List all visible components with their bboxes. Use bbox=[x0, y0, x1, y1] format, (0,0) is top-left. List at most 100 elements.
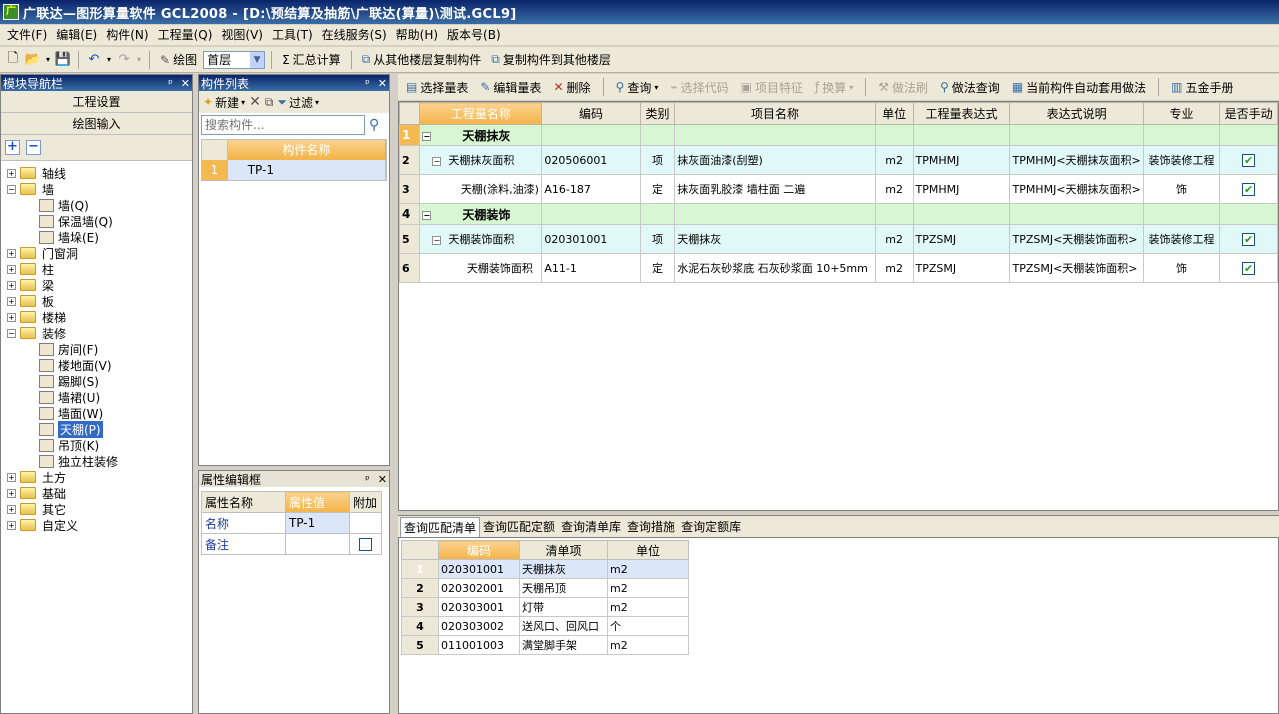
expand-toggle-icon[interactable]: + bbox=[7, 168, 16, 178]
menu-item[interactable]: 视图(V) bbox=[218, 26, 269, 44]
expand-toggle-icon[interactable]: + bbox=[7, 264, 16, 274]
code-cell[interactable]: 020301001 bbox=[541, 224, 641, 254]
attach-checkbox[interactable] bbox=[359, 538, 372, 551]
expand-toggle-icon[interactable]: + bbox=[7, 488, 16, 498]
manual-checkbox[interactable] bbox=[1242, 232, 1256, 246]
open-folder-icon[interactable]: 📂 bbox=[24, 51, 42, 69]
major-cell[interactable]: 饰 bbox=[1142, 253, 1221, 283]
column-header[interactable]: 工程量表达式 bbox=[912, 102, 1011, 125]
menu-item[interactable]: 编辑(E) bbox=[53, 26, 103, 44]
query-button[interactable]: ⚲ 查询 ▾ bbox=[612, 76, 663, 98]
dropdown-arrow-icon[interactable]: ▾ bbox=[44, 51, 52, 69]
draw-input-button[interactable]: 绘图输入 bbox=[1, 113, 192, 135]
pin-icon[interactable]: ᵖ bbox=[365, 77, 370, 90]
tree-item[interactable]: 房间(F) bbox=[1, 341, 192, 357]
redo-icon[interactable]: ↷ bbox=[115, 51, 133, 69]
table-row[interactable]: 1 020301001 天棚抹灰 m2 bbox=[401, 559, 689, 579]
tree-item[interactable]: + 板 bbox=[1, 293, 192, 309]
expression-desc-cell[interactable]: TPZSMJ<天棚装饰面积> bbox=[1009, 253, 1144, 283]
edit-list-button[interactable]: ✎ 编辑量表 bbox=[476, 76, 545, 98]
table-row[interactable]: 1 TP-1 bbox=[202, 160, 386, 180]
copy-to-floor-button[interactable]: ⧉ 复制构件到其他楼层 bbox=[487, 49, 615, 71]
prop-value-cell[interactable] bbox=[285, 533, 350, 555]
menu-item[interactable]: 在线服务(S) bbox=[319, 26, 393, 44]
query-tab[interactable]: 查询匹配清单 bbox=[400, 517, 481, 537]
table-row[interactable]: 4− 天棚装饰 bbox=[398, 203, 1278, 225]
menu-item[interactable]: 构件(N) bbox=[103, 26, 154, 44]
column-header[interactable]: 是否手动 bbox=[1219, 102, 1278, 125]
select-list-button[interactable]: ▤ 选择量表 bbox=[402, 76, 472, 98]
pin-icon[interactable]: ᵖ bbox=[168, 77, 173, 90]
expression-cell[interactable]: TPZSMJ bbox=[912, 224, 1011, 254]
undo-icon[interactable]: ↶ bbox=[85, 51, 103, 69]
column-header[interactable] bbox=[401, 540, 439, 560]
column-header[interactable]: 单位 bbox=[607, 540, 689, 560]
quantity-name-cell[interactable]: − 天棚装饰面积 bbox=[419, 224, 543, 254]
expand-toggle-icon[interactable]: + bbox=[7, 520, 16, 530]
tree-item[interactable]: + 土方 bbox=[1, 469, 192, 485]
list-item-cell[interactable]: 送风口、回风口 bbox=[519, 616, 608, 636]
unit-cell[interactable]: 个 bbox=[607, 616, 689, 636]
tree-item[interactable]: + 梁 bbox=[1, 277, 192, 293]
code-cell[interactable]: 011001003 bbox=[438, 635, 520, 655]
quantity-name-cell[interactable]: 天棚装饰面积 bbox=[419, 253, 543, 283]
category-cell[interactable]: 项 bbox=[639, 145, 676, 175]
close-icon[interactable]: ✕ bbox=[378, 77, 387, 90]
unit-cell[interactable]: m2 bbox=[607, 635, 689, 655]
tree-item[interactable]: − 墙 bbox=[1, 181, 192, 197]
pin-icon[interactable]: ᵖ bbox=[365, 473, 370, 486]
tree-item[interactable]: + 其它 bbox=[1, 501, 192, 517]
query-tab[interactable]: 查询匹配定额 bbox=[480, 517, 558, 537]
delete-component-icon[interactable]: ✕ bbox=[249, 94, 261, 110]
quantity-name-cell[interactable]: − 天棚装饰 bbox=[419, 203, 543, 225]
hardware-manual-button[interactable]: ▥ 五金手册 bbox=[1167, 76, 1237, 98]
floor-select[interactable]: 首层 ▼ bbox=[203, 50, 266, 69]
major-cell[interactable]: 装饰装修工程 bbox=[1142, 224, 1221, 254]
menu-item[interactable]: 工具(T) bbox=[269, 26, 319, 44]
collapse-toggle-icon[interactable]: − bbox=[432, 235, 442, 245]
project-settings-button[interactable]: 工程设置 bbox=[1, 91, 192, 113]
column-header[interactable] bbox=[398, 102, 421, 125]
save-icon[interactable]: 💾 bbox=[54, 51, 72, 69]
column-header[interactable]: 清单项 bbox=[519, 540, 608, 560]
expression-desc-cell[interactable]: TPMHMJ<天棚抹灰面积> bbox=[1009, 145, 1144, 175]
expression-cell[interactable]: TPZSMJ bbox=[912, 253, 1011, 283]
tree-item[interactable]: 天棚(P) bbox=[1, 420, 192, 438]
expand-toggle-icon[interactable]: + bbox=[7, 312, 16, 322]
unit-cell[interactable]: m2 bbox=[874, 224, 914, 254]
list-item-cell[interactable]: 满堂脚手架 bbox=[519, 635, 608, 655]
convert-button[interactable]: ƒ 换算 ▾ bbox=[811, 76, 857, 98]
tree-item[interactable]: + 门窗洞 bbox=[1, 245, 192, 261]
undo-dropdown-icon[interactable]: ▾ bbox=[105, 51, 113, 69]
category-cell[interactable]: 项 bbox=[639, 224, 676, 254]
code-cell[interactable]: 020302001 bbox=[438, 578, 520, 598]
copy-from-floor-button[interactable]: ⧉ 从其他楼层复制构件 bbox=[358, 49, 486, 71]
table-row[interactable]: 6 天棚装饰面积 A11-1 定水泥石灰砂浆底 石灰砂浆面 10+5mm m2 TPZSM… bbox=[398, 253, 1278, 283]
expand-toggle-icon[interactable]: + bbox=[7, 296, 16, 306]
table-row[interactable]: 1− 天棚抹灰 bbox=[398, 124, 1278, 146]
redo-dropdown-icon[interactable]: ▾ bbox=[135, 51, 143, 69]
project-name-cell[interactable]: 抹灰面油漆(刮塑) bbox=[674, 145, 876, 175]
expression-cell[interactable]: TPMHMJ bbox=[912, 174, 1011, 204]
filter-button[interactable]: ⏷ 过滤 ▾ bbox=[277, 94, 319, 111]
unit-cell[interactable]: m2 bbox=[607, 578, 689, 598]
close-icon[interactable]: ✕ bbox=[181, 77, 190, 90]
expand-toggle-icon[interactable]: + bbox=[7, 248, 16, 258]
new-file-icon[interactable]: 🗋 bbox=[4, 51, 22, 69]
expand-toggle-icon[interactable]: + bbox=[7, 472, 16, 482]
column-header[interactable]: 项目名称 bbox=[674, 102, 876, 125]
code-cell[interactable]: A16-187 bbox=[541, 174, 641, 204]
project-name-cell[interactable]: 抹灰面乳胶漆 墙柱面 二遍 bbox=[674, 174, 876, 204]
expression-desc-cell[interactable]: TPZSMJ<天棚装饰面积> bbox=[1009, 224, 1144, 254]
expression-desc-cell[interactable]: TPMHMJ<天棚抹灰面积> bbox=[1009, 174, 1144, 204]
collapse-toggle-icon[interactable]: − bbox=[7, 328, 16, 338]
tree-item[interactable]: 楼地面(V) bbox=[1, 357, 192, 373]
list-item-cell[interactable]: 灯带 bbox=[519, 597, 608, 617]
new-component-button[interactable]: ✦ 新建 ▾ bbox=[203, 94, 245, 111]
column-header[interactable]: 专业 bbox=[1142, 102, 1221, 125]
delete-button[interactable]: ✕ 删除 bbox=[549, 76, 594, 98]
category-cell[interactable]: 定 bbox=[639, 253, 676, 283]
method-query-button[interactable]: ⚲ 做法查询 bbox=[936, 76, 1004, 98]
table-row[interactable]: 2− 天棚抹灰面积 020506001 项抹灰面油漆(刮塑) m2 TPMHMJ TPMHM… bbox=[398, 145, 1278, 175]
tree-item[interactable]: 墙垛(E) bbox=[1, 229, 192, 245]
